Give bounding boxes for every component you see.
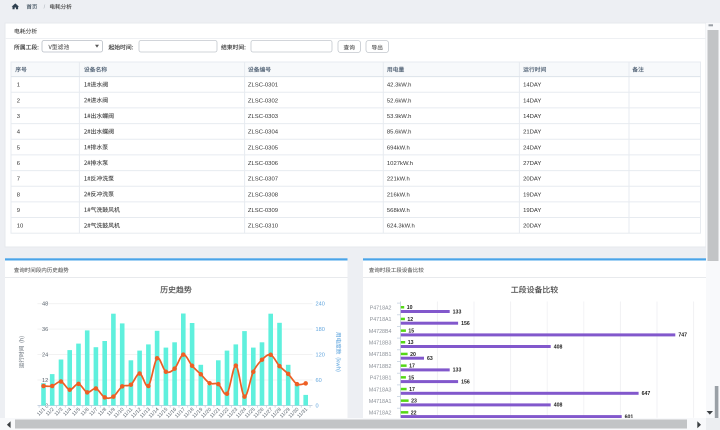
svg-text:180: 180	[316, 327, 325, 333]
svg-text:647: 647	[642, 391, 651, 397]
svg-text:24: 24	[42, 353, 48, 359]
svg-text:P4718B1: P4718B1	[370, 376, 392, 382]
svg-text:ZLSC-0304: ZLSC-0304	[248, 130, 279, 136]
svg-text:156: 156	[461, 321, 470, 327]
svg-text:9: 9	[17, 208, 20, 214]
svg-text:36: 36	[42, 327, 48, 333]
svg-text:10: 10	[17, 224, 24, 230]
svg-text:20DAY: 20DAY	[523, 224, 541, 230]
svg-text:747: 747	[678, 333, 687, 339]
svg-text:ZLSC-0306: ZLSC-0306	[248, 161, 279, 167]
svg-text:133: 133	[453, 309, 462, 315]
svg-text:408: 408	[554, 403, 563, 409]
svg-text:85.6kW.h: 85.6kW.h	[387, 130, 412, 136]
svg-text:53.9kW.h: 53.9kW.h	[387, 114, 412, 120]
svg-text:14DAY: 14DAY	[523, 98, 541, 104]
svg-text:52.6kW.h: 52.6kW.h	[387, 98, 412, 104]
svg-text:21DAY: 21DAY	[523, 130, 541, 136]
svg-text:ZLSC-0309: ZLSC-0309	[248, 208, 278, 214]
svg-text:ZLSC-0310: ZLSC-0310	[248, 224, 279, 230]
svg-text:19DAY: 19DAY	[523, 208, 541, 214]
svg-text:1027kW.h: 1027kW.h	[387, 161, 413, 167]
svg-text:120: 120	[316, 353, 325, 359]
svg-text:19DAY: 19DAY	[523, 192, 541, 198]
svg-text:M4718A3: M4718A3	[369, 387, 392, 393]
svg-text:ZLSC-0302: ZLSC-0302	[248, 98, 278, 104]
svg-text:ZLSC-0303: ZLSC-0303	[248, 114, 279, 120]
svg-text:14DAY: 14DAY	[523, 83, 541, 89]
svg-text:216kW.h: 216kW.h	[387, 192, 410, 198]
svg-text:1: 1	[17, 83, 20, 89]
svg-text:221kW.h: 221kW.h	[387, 177, 410, 183]
svg-text:14DAY: 14DAY	[523, 114, 541, 120]
svg-text:63: 63	[427, 356, 433, 362]
svg-text:568kW.h: 568kW.h	[387, 208, 410, 214]
svg-text:42.3kW.h: 42.3kW.h	[387, 83, 412, 89]
svg-text:60: 60	[316, 378, 322, 384]
svg-text:7: 7	[17, 177, 20, 183]
svg-text:2: 2	[17, 98, 20, 104]
svg-text:694kW.h: 694kW.h	[387, 145, 410, 151]
svg-text:12: 12	[42, 378, 48, 384]
svg-text:M4718A2: M4718A2	[369, 411, 392, 417]
svg-text:P4718A2: P4718A2	[370, 306, 392, 312]
svg-text:156: 156	[461, 379, 470, 385]
svg-text:48: 48	[42, 302, 48, 308]
svg-text:20DAY: 20DAY	[523, 177, 541, 183]
svg-text:24DAY: 24DAY	[523, 145, 541, 151]
svg-text:M4718B2: M4718B2	[369, 364, 392, 370]
svg-text:27DAY: 27DAY	[523, 161, 541, 167]
svg-text:ZLSC-0301: ZLSC-0301	[248, 83, 278, 89]
svg-text:P4718A1: P4718A1	[370, 317, 392, 323]
svg-text:ZLSC-0307: ZLSC-0307	[248, 177, 278, 183]
svg-text:133: 133	[453, 368, 462, 374]
svg-text:0: 0	[316, 404, 319, 410]
svg-text:ZLSC-0305: ZLSC-0305	[248, 145, 279, 151]
svg-text:M4728B4: M4728B4	[369, 329, 392, 335]
svg-text:ZLSC-0308: ZLSC-0308	[248, 192, 279, 198]
svg-text:408: 408	[554, 344, 563, 350]
svg-text:240: 240	[316, 302, 325, 308]
svg-text:624.3kW.h: 624.3kW.h	[387, 224, 415, 230]
svg-text:M4718B3: M4718B3	[369, 341, 392, 347]
svg-text:M4718A1: M4718A1	[369, 399, 392, 405]
svg-text:M4718B1: M4718B1	[369, 352, 392, 358]
